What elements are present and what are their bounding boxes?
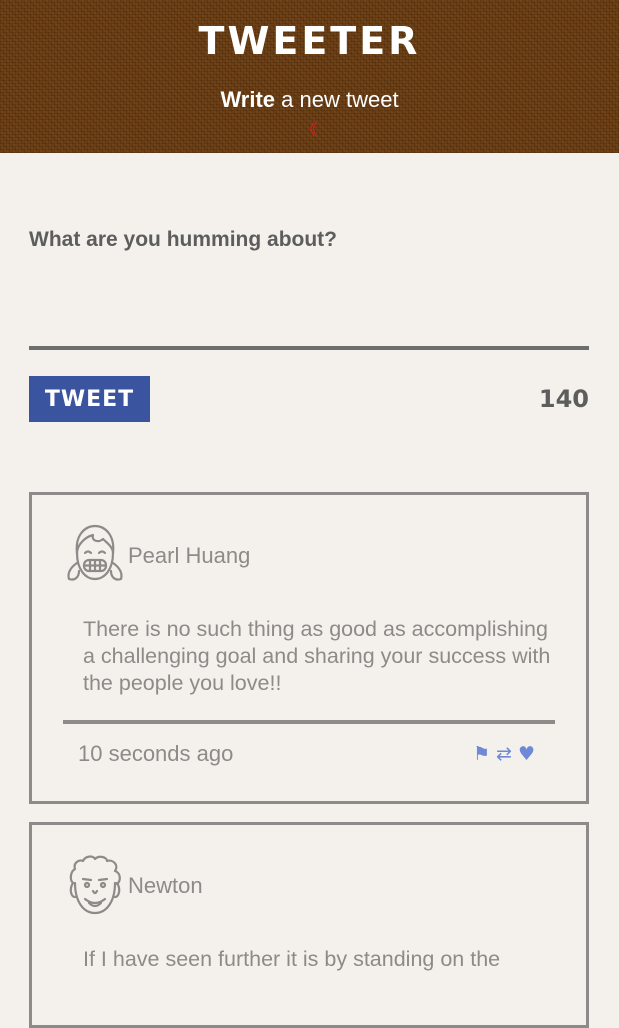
heart-icon[interactable]: ♥ — [518, 741, 535, 767]
newton-avatar-icon — [69, 855, 121, 915]
tweet-actions: ⚑ ⇄ ♥ — [473, 741, 535, 767]
tweet-card: Pearl Huang There is no such thing as go… — [29, 492, 589, 804]
flag-icon[interactable]: ⚑ — [473, 741, 490, 767]
page-header: TWEETER Write a new tweet 《 — [0, 0, 619, 153]
tweet-timestamp: 10 seconds ago — [78, 741, 234, 766]
compose-toggle-text: a new tweet — [275, 87, 399, 112]
composer-prompt: What are you humming about? — [29, 228, 337, 251]
tweet-card: Newton If I have seen further it is by s… — [29, 822, 589, 1028]
tweet-textarea[interactable] — [29, 262, 589, 350]
chevron-double-down-icon[interactable]: 《 — [0, 120, 619, 140]
app-title: TWEETER — [198, 19, 421, 63]
tweet-text: There is no such thing as good as accomp… — [83, 617, 551, 695]
tweet-button[interactable]: TWEET — [29, 376, 150, 422]
tweet-author: Pearl Huang — [128, 543, 251, 568]
tweet-text: If I have seen further it is by standing… — [83, 947, 501, 971]
tweet-author: Newton — [128, 873, 203, 898]
girl-avatar-icon — [67, 524, 123, 581]
char-counter: 140 — [538, 385, 589, 413]
compose-toggle-bold: Write — [220, 87, 276, 112]
retweet-icon[interactable]: ⇄ — [496, 741, 512, 767]
tweet-divider — [63, 720, 555, 724]
compose-toggle[interactable]: Write a new tweet — [0, 86, 619, 114]
